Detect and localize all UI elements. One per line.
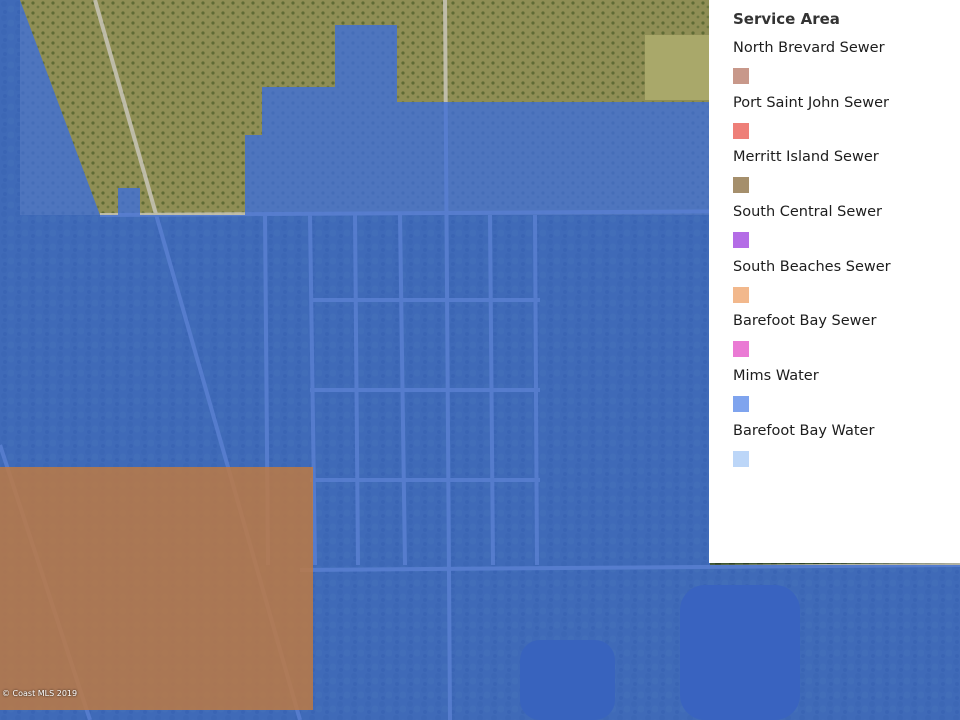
copyright-watermark: © Coast MLS 2019	[2, 689, 78, 698]
legend-item-label: Merritt Island Sewer	[733, 149, 879, 166]
legend-item-label: North Brevard Sewer	[733, 40, 885, 56]
legend-item: Mims Water	[733, 367, 960, 422]
legend-item-label: Port Saint John Sewer	[733, 94, 889, 111]
legend-item: Barefoot Bay Water	[733, 422, 960, 477]
legend-item: Merritt Island Sewer	[733, 148, 960, 203]
legend-item-label: Barefoot Bay Sewer	[733, 313, 877, 330]
legend-item: Port Saint John Sewer	[733, 94, 960, 149]
legend-item-label: South Beaches Sewer	[733, 258, 891, 275]
legend-title: Service Area	[733, 10, 840, 28]
legend-color-swatch	[733, 450, 749, 467]
legend-color-swatch	[733, 232, 749, 249]
field-clearing	[645, 35, 710, 100]
north-brevard-sewer-area[interactable]	[0, 467, 313, 710]
legend-item-label: Mims Water	[733, 368, 819, 385]
legend-color-swatch	[733, 68, 749, 84]
legend-panel: Service Area North Brevard Sewer Port Sai…	[709, 0, 960, 563]
legend-color-swatch	[733, 341, 749, 358]
legend-item: South Beaches Sewer	[733, 258, 960, 313]
legend-item-label: Barefoot Bay Water	[733, 422, 875, 439]
legend-item-label: South Central Sewer	[733, 204, 883, 221]
legend-color-swatch	[733, 177, 749, 194]
legend-item: Barefoot Bay Sewer	[733, 312, 960, 367]
legend-color-swatch	[733, 396, 749, 413]
legend-item: North Brevard Sewer	[733, 39, 960, 94]
legend-color-swatch	[733, 286, 749, 303]
legend-item: South Central Sewer	[733, 203, 960, 258]
legend-color-swatch	[733, 122, 749, 139]
